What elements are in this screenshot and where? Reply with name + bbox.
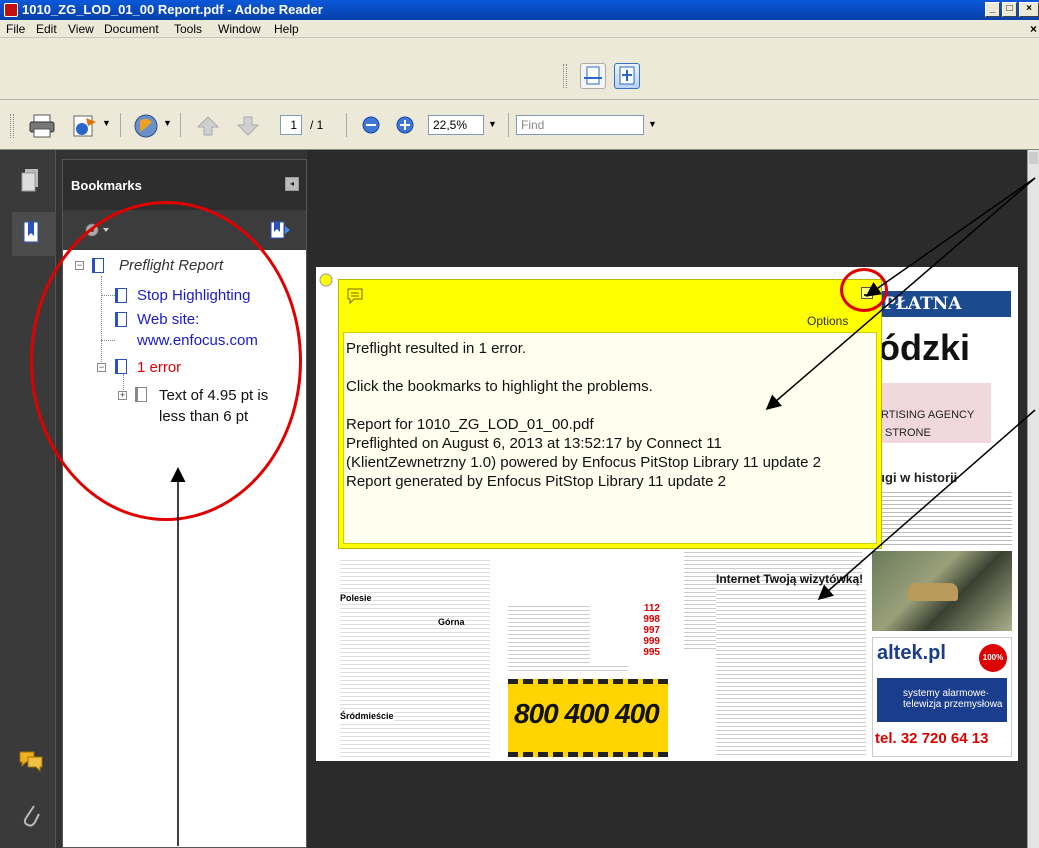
next-page-icon[interactable] xyxy=(236,114,260,138)
preflight-note-popup[interactable]: Options Preflight resulted in 1 error. C… xyxy=(338,279,882,549)
navigation-rail xyxy=(0,150,56,848)
minimize-button[interactable]: _ xyxy=(985,2,1000,17)
close-document-icon[interactable]: × xyxy=(1030,22,1037,36)
emergency-number: 998 xyxy=(643,614,660,625)
car-shape xyxy=(908,583,958,601)
menu-file[interactable]: File xyxy=(6,22,25,36)
attachments-icon[interactable] xyxy=(20,800,40,830)
menu-document[interactable]: Document xyxy=(104,22,159,36)
altek-tagline: systemy alarmowe· xyxy=(903,688,990,699)
toolbar-grip xyxy=(10,114,14,138)
note-options-menu[interactable]: Options xyxy=(807,314,848,328)
zoom-level-input[interactable]: 22,5% xyxy=(428,115,484,135)
article-text xyxy=(872,489,1012,547)
emergency-number: 999 xyxy=(643,636,660,647)
zoom-dropdown-chevron-icon[interactable]: ▼ xyxy=(488,119,497,129)
note-line: Preflighted on August 6, 2013 at 13:52:1… xyxy=(346,435,722,452)
collapse-panel-button[interactable]: ◂ xyxy=(285,177,299,191)
fit-width-icon xyxy=(584,66,602,85)
car-photo xyxy=(872,551,1012,631)
internet-article-text xyxy=(716,587,866,757)
chevron-down-icon[interactable]: ▼ xyxy=(163,118,172,128)
zoom-in-icon[interactable] xyxy=(396,116,414,134)
comments-icon[interactable] xyxy=(18,750,44,772)
divider xyxy=(120,113,121,137)
page-total: / 1 xyxy=(310,118,324,132)
comment-icon xyxy=(347,288,363,305)
title-bar: 1010_ZG_LOD_01_00 Report.pdf - Adobe Rea… xyxy=(0,0,1039,20)
note-line xyxy=(346,358,876,377)
bookmarks-title: Bookmarks xyxy=(71,178,142,193)
annotation-ellipse-minimize xyxy=(840,268,888,312)
masthead-title: ódzki xyxy=(878,327,971,368)
adobe-reader-icon xyxy=(4,3,18,17)
emergency-numbers: 112 998 997 999 995 xyxy=(590,603,660,663)
section-polesie: Polesie xyxy=(340,593,372,603)
fit-page-button[interactable] xyxy=(614,63,640,89)
close-button[interactable]: × xyxy=(1019,2,1039,17)
menu-help[interactable]: Help xyxy=(274,22,299,36)
note-marker-icon[interactable] xyxy=(319,273,333,287)
divider xyxy=(508,113,509,137)
menu-bar: File Edit View Document Tools Window Hel… xyxy=(0,20,1039,38)
collaborate-icon[interactable] xyxy=(132,112,160,140)
note-line: Preflight resulted in 1 error. xyxy=(346,340,527,357)
zoom-out-icon[interactable] xyxy=(362,116,380,134)
view-toolbar xyxy=(0,38,1039,100)
annotation-ellipse-bookmarks xyxy=(30,201,302,521)
masthead-banner: PŁATNA xyxy=(873,291,1011,317)
previous-page-icon[interactable] xyxy=(196,114,220,138)
menu-tools[interactable]: Tools xyxy=(174,22,202,36)
page-number-input[interactable]: 1 xyxy=(280,115,302,135)
altek-badge: 100% xyxy=(979,644,1007,672)
altek-logo: altek.pl xyxy=(877,642,946,664)
window-title: 1010_ZG_LOD_01_00 Report.pdf - Adobe Rea… xyxy=(22,2,323,17)
note-line xyxy=(346,396,876,415)
divider xyxy=(180,113,181,137)
altek-ad: altek.pl 100% systemy alarmowe· telewizj… xyxy=(872,637,1012,757)
scroll-up-button[interactable] xyxy=(1029,152,1038,164)
print-icon[interactable] xyxy=(28,112,56,140)
headline: rugi w historii xyxy=(872,470,958,485)
ad-text: STRONE xyxy=(885,427,931,439)
share-email-icon[interactable] xyxy=(70,112,98,140)
altek-phone: tel. 32 720 64 13 xyxy=(875,730,989,747)
note-line: (KlientZewnetrzny 1.0) powered by Enfocu… xyxy=(346,454,821,471)
altek-tagline: telewizja przemysłowa xyxy=(903,699,1003,710)
pages-panel-icon[interactable] xyxy=(20,168,40,194)
note-line: Report for 1010_ZG_LOD_01_00.pdf xyxy=(346,416,594,433)
chevron-down-icon[interactable]: ▼ xyxy=(102,118,111,128)
emergency-number: 112 xyxy=(643,603,660,614)
emergency-number: 995 xyxy=(643,647,660,658)
listings-column xyxy=(340,557,490,757)
section-gorna: Górna xyxy=(438,617,465,627)
taxi-ad: 800 400 400 xyxy=(508,679,668,757)
bookmarks-tab[interactable] xyxy=(12,212,56,256)
fit-width-button[interactable] xyxy=(580,63,606,89)
toolbar-grip xyxy=(563,64,567,88)
section-srodmiescie: Śródmieście xyxy=(340,711,394,721)
internet-heading: Internet Twoją wizytówką! xyxy=(716,572,864,586)
vertical-scrollbar[interactable] xyxy=(1027,150,1039,848)
ad-text: RTISING AGENCY xyxy=(881,409,975,421)
taxi-phone: 800 400 400 xyxy=(514,698,660,729)
divider xyxy=(346,113,347,137)
menu-window[interactable]: Window xyxy=(218,22,261,36)
new-bookmark-icon[interactable] xyxy=(269,220,291,240)
menu-view[interactable]: View xyxy=(68,22,94,36)
emergency-number: 997 xyxy=(643,625,660,636)
altek-banner: systemy alarmowe· telewizja przemysłowa xyxy=(877,678,1007,722)
find-input[interactable]: Find xyxy=(516,115,644,135)
main-toolbar: ▼ ▼ 1 / 1 22,5% ▼ Find ▼ xyxy=(0,100,1039,150)
ad-box: RTISING AGENCY STRONE xyxy=(871,383,991,443)
note-body: Preflight resulted in 1 error. Click the… xyxy=(343,332,877,544)
note-line: Click the bookmarks to highlight the pro… xyxy=(346,378,653,395)
note-line: Report generated by Enfocus PitStop Libr… xyxy=(346,473,726,490)
find-dropdown-chevron-icon[interactable]: ▼ xyxy=(648,119,657,129)
bookmarks-panel-icon xyxy=(23,221,39,243)
menu-edit[interactable]: Edit xyxy=(36,22,57,36)
maximize-button[interactable]: □ xyxy=(1002,2,1017,17)
fit-page-icon xyxy=(619,66,635,85)
